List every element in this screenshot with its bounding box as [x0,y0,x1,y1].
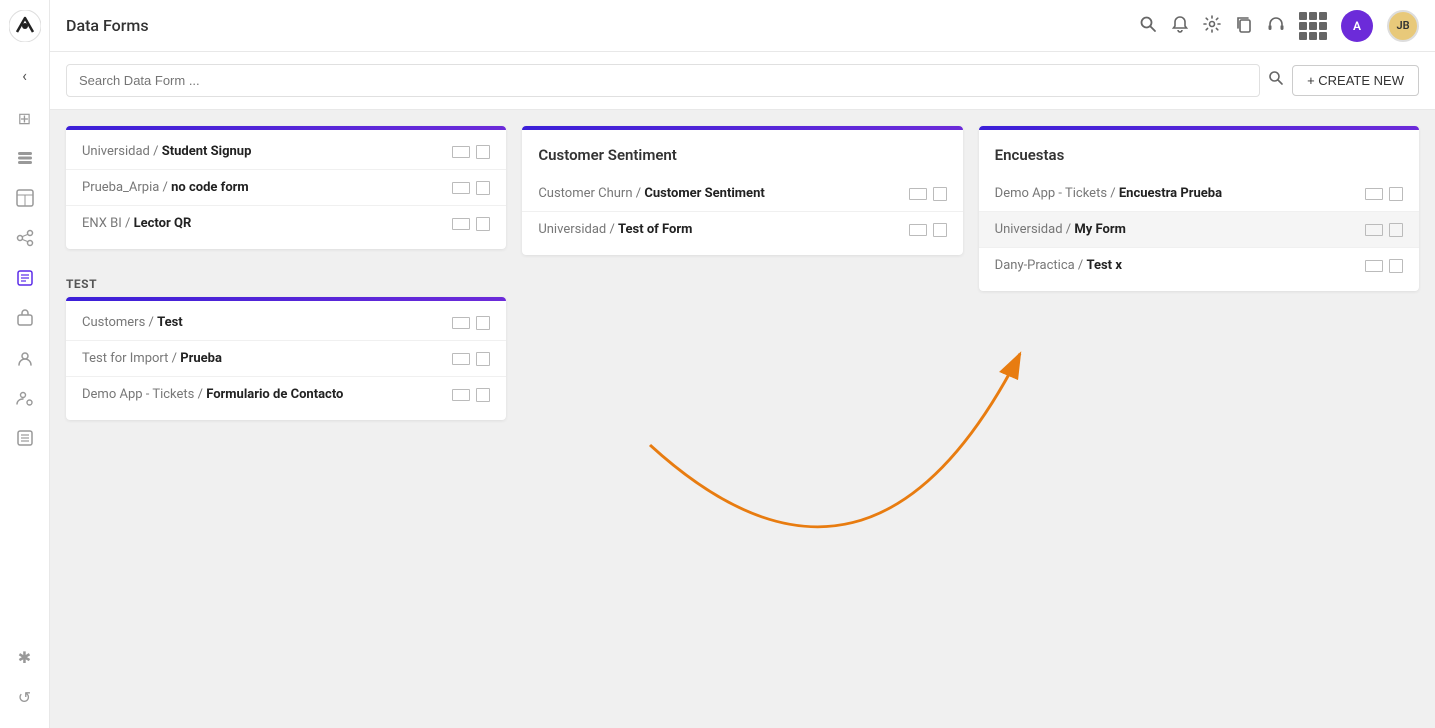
copy-row-icon[interactable] [476,352,490,366]
form-row[interactable]: Universidad / Test of Form [522,212,962,247]
search-bar: + CREATE NEW [50,52,1435,110]
expand-icon[interactable] [909,188,927,200]
test-section: TEST Customers / Test [66,265,506,420]
copy-row-icon[interactable] [476,217,490,231]
copy-row-icon[interactable] [933,223,947,237]
topbar-icons: A JB [1139,10,1419,42]
expand-icon[interactable] [1365,188,1383,200]
form-row[interactable]: ENX BI / Lector QR [66,206,506,241]
card-body-enc: Demo App - Tickets / Encuestra Prueba Un… [979,172,1419,291]
expand-icon[interactable] [452,218,470,230]
card-body-cs: Customer Churn / Customer Sentiment Univ… [522,172,962,255]
expand-icon[interactable] [452,389,470,401]
avatar-user[interactable]: JB [1387,10,1419,42]
briefcase-icon[interactable] [14,307,36,329]
copy-row-icon[interactable] [476,181,490,195]
create-new-button[interactable]: + CREATE NEW [1292,65,1419,96]
card-customer-sentiment: Customer Sentiment Customer Churn / Cust… [522,126,962,255]
copy-row-icon[interactable] [1389,223,1403,237]
card-encuestas: Encuestas Demo App - Tickets / Encuestra… [979,126,1419,291]
bell-icon[interactable] [1171,15,1189,37]
form-row[interactable]: Demo App - Tickets / Formulario de Conta… [66,377,506,412]
form-row[interactable]: Prueba_Arpia / no code form [66,170,506,206]
form-row[interactable]: Dany-Practica / Test x [979,248,1419,283]
apps-icon[interactable]: ⊞ [14,107,36,129]
settings-icon[interactable] [1203,15,1221,37]
content-area: Universidad / Student Signup Prueba_Arpi… [50,110,1435,728]
form-row[interactable]: Test for Import / Prueba [66,341,506,377]
expand-icon[interactable] [452,353,470,365]
database-icon[interactable] [14,147,36,169]
list-icon[interactable] [14,427,36,449]
card-body-test: Customers / Test Test for Import / Prueb… [66,301,506,420]
sidebar-logo[interactable] [9,10,41,42]
column-3: Encuestas Demo App - Tickets / Encuestra… [979,126,1419,291]
card-title-cs: Customer Sentiment [522,130,962,172]
expand-icon[interactable] [1365,224,1383,236]
expand-icon[interactable] [452,182,470,194]
form-row-customer-churn[interactable]: Customer Churn / Customer Sentiment [522,176,962,212]
form-icon[interactable] [14,267,36,289]
section-label-test: TEST [66,265,506,297]
page-title: Data Forms [66,16,1127,35]
copy-icon[interactable] [1235,15,1253,37]
sidebar-bottom: ✱ ↺ [14,646,36,718]
search-input[interactable] [66,64,1260,97]
expand-icon[interactable] [452,317,470,329]
card-test: Customers / Test Test for Import / Prueb… [66,297,506,420]
share-icon[interactable] [14,227,36,249]
refresh-icon[interactable]: ↺ [14,686,36,708]
copy-row-icon[interactable] [476,316,490,330]
columns-container: Universidad / Student Signup Prueba_Arpi… [50,110,1435,436]
grid-icon[interactable] [1299,12,1327,40]
user-circle-icon[interactable] [14,347,36,369]
copy-row-icon[interactable] [933,187,947,201]
search-button[interactable] [1268,70,1284,91]
avatar-app[interactable]: A [1341,10,1373,42]
nav-back-button[interactable]: ‹ [22,66,27,85]
topbar: Data Forms A [50,0,1435,52]
main-content: Data Forms A [50,0,1435,728]
headset-icon[interactable] [1267,15,1285,37]
column-2: Customer Sentiment Customer Churn / Cust… [522,126,962,255]
sidebar: ‹ ⊞ [0,0,50,728]
expand-icon[interactable] [909,224,927,236]
column-1: Universidad / Student Signup Prueba_Arpi… [66,126,506,420]
card-default: Universidad / Student Signup Prueba_Arpi… [66,126,506,249]
expand-icon[interactable] [452,146,470,158]
copy-row-icon[interactable] [1389,259,1403,273]
card-body-default: Universidad / Student Signup Prueba_Arpi… [66,130,506,249]
table-icon[interactable] [14,187,36,209]
form-row-my-form[interactable]: Universidad / My Form [979,212,1419,248]
copy-row-icon[interactable] [476,388,490,402]
search-icon[interactable] [1139,15,1157,37]
card-title-enc: Encuestas [979,130,1419,172]
form-row-customers-test[interactable]: Customers / Test [66,305,506,341]
form-row[interactable]: Demo App - Tickets / Encuestra Prueba [979,176,1419,212]
person-settings-icon[interactable] [14,387,36,409]
form-row[interactable]: Universidad / Student Signup [66,134,506,170]
copy-row-icon[interactable] [1389,187,1403,201]
tools-icon[interactable]: ✱ [14,646,36,668]
expand-icon[interactable] [1365,260,1383,272]
copy-row-icon[interactable] [476,145,490,159]
